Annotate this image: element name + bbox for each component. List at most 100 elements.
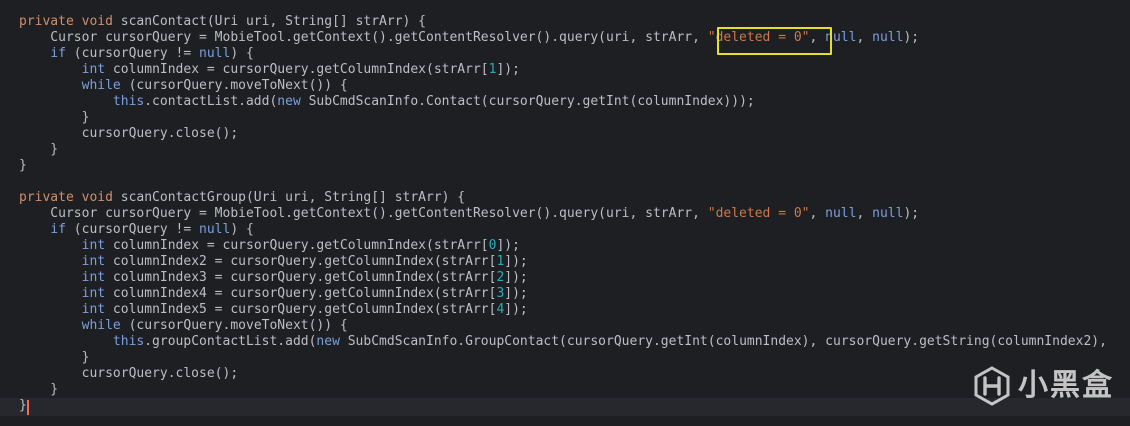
code-token: this xyxy=(112,334,145,349)
code-token: (cursorQuery.moveToNext()) { xyxy=(120,318,348,333)
code-line: this.contactList.add(new SubCmdScanInfo.… xyxy=(19,94,1107,110)
code-line: } xyxy=(19,110,1107,126)
code-token: (cursorQuery != xyxy=(65,46,200,61)
code-token: int xyxy=(81,254,106,269)
code-token: ]); xyxy=(504,254,528,269)
code-line: cursorQuery.close(); xyxy=(19,366,1107,382)
code-token: columnIndex3 = cursorQuery.getColumnInde… xyxy=(105,270,497,285)
code-token: Cursor cursorQuery = MobieTool.getContex… xyxy=(19,30,708,45)
code-line: int columnIndex = cursorQuery.getColumnI… xyxy=(19,62,1107,78)
code-line: while (cursorQuery.moveToNext()) { xyxy=(19,78,1107,94)
code-token: int xyxy=(81,238,106,253)
code-line: while (cursorQuery.moveToNext()) { xyxy=(19,318,1107,334)
code-line: private void scanContactGroup(Uri uri, S… xyxy=(19,190,1107,206)
annotation-highlight-box xyxy=(717,27,832,55)
code-token: , xyxy=(856,30,873,45)
code-token: scanContact(Uri uri, xyxy=(120,14,286,29)
code-line: } xyxy=(19,382,1107,398)
code-token: .contactList.add( xyxy=(144,94,278,109)
code-line: int columnIndex = cursorQuery.getColumnI… xyxy=(19,238,1107,254)
code-token: int xyxy=(81,286,106,301)
code-line: } xyxy=(19,158,1107,174)
code-token: String xyxy=(285,14,333,29)
watermark-text: 小黑盒 xyxy=(1018,368,1114,403)
code-token: new xyxy=(316,334,340,349)
code-token: cursorQuery.close(); xyxy=(19,366,239,381)
code-line: Cursor cursorQuery = MobieTool.getContex… xyxy=(19,30,1107,46)
code-token: "deleted = 0" xyxy=(707,206,810,221)
code-line: } xyxy=(19,142,1107,158)
code-token: while xyxy=(81,78,121,93)
text-caret xyxy=(27,400,29,415)
code-line: int columnIndex3 = cursorQuery.getColumn… xyxy=(19,270,1107,286)
code-token: ); xyxy=(903,30,920,45)
code-line: } xyxy=(19,350,1107,366)
code-token: Cursor cursorQuery = MobieTool.getContex… xyxy=(19,206,708,221)
code-line: private void scanContact(Uri uri, String… xyxy=(19,14,1107,30)
code-token: cursorQuery.close(); xyxy=(19,126,239,141)
code-token: String xyxy=(324,190,372,205)
code-token: this xyxy=(112,94,145,109)
code-token: SubCmdScanInfo.GroupContact(cursorQuery.… xyxy=(339,334,1107,349)
code-token: int xyxy=(81,302,106,317)
code-token: ) { xyxy=(230,222,254,237)
code-line: if (cursorQuery != null) { xyxy=(19,222,1107,238)
code-area[interactable]: private void scanContact(Uri uri, String… xyxy=(19,14,1107,414)
code-token: scanContactGroup(Uri uri, xyxy=(120,190,325,205)
code-line: } xyxy=(19,398,1107,414)
code-token: columnIndex = cursorQuery.getColumnIndex… xyxy=(105,238,489,253)
code-token: } xyxy=(19,142,59,157)
code-token: columnIndex = cursorQuery.getColumnIndex… xyxy=(105,62,489,77)
code-token: columnIndex4 = cursorQuery.getColumnInde… xyxy=(105,286,497,301)
code-line: if (cursorQuery != null) { xyxy=(19,46,1107,62)
code-token: private void xyxy=(19,190,121,205)
code-token: } xyxy=(19,158,27,173)
code-token: int xyxy=(81,62,106,77)
code-line: int columnIndex2 = cursorQuery.getColumn… xyxy=(19,254,1107,270)
code-line: Cursor cursorQuery = MobieTool.getContex… xyxy=(19,206,1107,222)
code-token: ]); xyxy=(504,286,528,301)
code-token: [] strArr) { xyxy=(332,14,427,29)
code-token: } xyxy=(19,398,27,413)
code-token: [] strArr) { xyxy=(371,190,466,205)
code-token: } xyxy=(19,382,59,397)
code-token: null xyxy=(199,222,231,237)
code-token: ); xyxy=(903,206,920,221)
code-token: , xyxy=(856,206,873,221)
code-token: if xyxy=(50,46,66,61)
code-token: } xyxy=(19,110,90,125)
code-token: (cursorQuery.moveToNext()) { xyxy=(120,78,348,93)
code-line: int columnIndex5 = cursorQuery.getColumn… xyxy=(19,302,1107,318)
code-token: private void xyxy=(19,14,121,29)
code-token: null xyxy=(199,46,231,61)
code-token: } xyxy=(19,350,90,365)
code-token: ]); xyxy=(504,270,528,285)
code-token: null xyxy=(872,206,904,221)
watermark: 小黑盒 xyxy=(972,366,1114,406)
code-token: ]); xyxy=(496,62,520,77)
code-line: this.groupContactList.add(new SubCmdScan… xyxy=(19,334,1107,350)
code-token: .groupContactList.add( xyxy=(144,334,317,349)
code-token: new xyxy=(277,94,301,109)
code-token: ]); xyxy=(504,302,528,317)
heybox-logo-icon xyxy=(974,366,1010,406)
code-token: ) { xyxy=(230,46,254,61)
code-token: null xyxy=(872,30,904,45)
code-token: columnIndex2 = cursorQuery.getColumnInde… xyxy=(105,254,497,269)
code-token: int xyxy=(81,270,106,285)
code-token: SubCmdScanInfo.Contact(cursorQuery.getIn… xyxy=(300,94,755,109)
code-token: null xyxy=(825,206,857,221)
code-editor[interactable]: private void scanContact(Uri uri, String… xyxy=(0,0,1130,426)
